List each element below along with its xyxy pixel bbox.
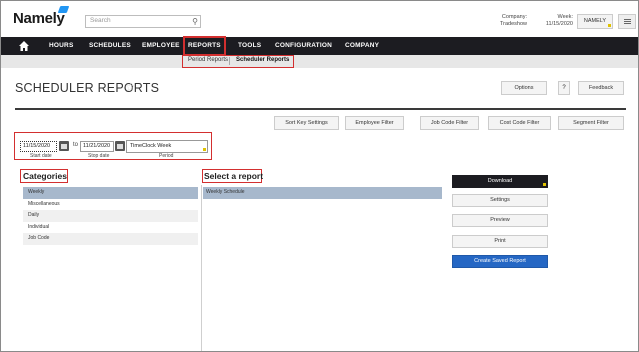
period-select[interactable]: TimeClock Week: [126, 140, 208, 153]
nav-company[interactable]: COMPANY: [345, 37, 379, 55]
job-code-filter-button[interactable]: Job Code Filter: [420, 116, 479, 130]
namely-logo[interactable]: Namely: [13, 6, 70, 27]
feedback-button[interactable]: Feedback: [578, 81, 624, 95]
subnav-scheduler-reports[interactable]: Scheduler Reports: [236, 57, 289, 63]
logo-mark-icon: [57, 6, 70, 13]
sub-nav: [1, 55, 638, 68]
cost-code-filter-button[interactable]: Cost Code Filter: [488, 116, 551, 130]
select-report-heading: Select a report: [204, 171, 264, 181]
print-button[interactable]: Print: [452, 235, 548, 248]
search-input[interactable]: Search ⚲: [85, 15, 201, 28]
company-select-button[interactable]: NAMELY: [577, 14, 613, 29]
to-label: to: [73, 142, 79, 148]
create-saved-report-button[interactable]: Create Saved Report: [452, 255, 548, 268]
categories-heading: Categories: [23, 171, 67, 181]
search-icon[interactable]: ⚲: [192, 17, 198, 26]
sort-key-settings-button[interactable]: Sort Key Settings: [274, 116, 339, 130]
start-date-label: Start date: [30, 153, 52, 159]
nav-schedules[interactable]: SCHEDULES: [89, 37, 131, 55]
top-bar: Namely Search ⚲ Company: Tradeshow Week:…: [1, 1, 638, 37]
stop-date-label: Stop date: [88, 153, 110, 159]
options-button[interactable]: Options: [501, 81, 547, 95]
category-item-miscellaneous[interactable]: Miscellaneous: [23, 198, 198, 210]
menu-icon[interactable]: [618, 14, 636, 29]
home-icon[interactable]: [18, 40, 30, 52]
nav-tools[interactable]: TOOLS: [238, 37, 261, 55]
company-info: Company: Tradeshow: [469, 14, 527, 28]
segment-filter-button[interactable]: Segment Filter: [558, 116, 624, 130]
period-dropdown-corner-icon: [203, 148, 206, 151]
company-select-label: NAMELY: [583, 18, 607, 24]
category-item-daily[interactable]: Daily: [23, 210, 198, 222]
column-divider: [201, 185, 202, 351]
stop-calendar-icon[interactable]: [115, 141, 125, 151]
nav-configuration[interactable]: CONFIGURATION: [275, 37, 332, 55]
start-date-field[interactable]: 11/15/2020: [20, 141, 57, 152]
report-list: Weekly Schedule: [203, 187, 442, 199]
nav-hours[interactable]: HOURS: [49, 37, 73, 55]
namely-scheduler-reports-page: Namely Search ⚲ Company: Tradeshow Week:…: [0, 0, 639, 352]
company-value: Tradeshow: [499, 21, 527, 27]
download-label: Download: [487, 178, 513, 184]
week-info: Week: 11/15/2020: [533, 14, 573, 28]
search-placeholder: Search: [90, 17, 111, 24]
week-label: Week:: [557, 14, 574, 20]
settings-button[interactable]: Settings: [452, 194, 548, 207]
period-label: Period: [159, 153, 174, 159]
week-value: 11/15/2020: [545, 21, 573, 27]
download-button[interactable]: Download: [452, 175, 548, 188]
category-item-job-code[interactable]: Job Code: [23, 233, 198, 245]
stop-date-field[interactable]: 11/21/2020: [80, 141, 114, 152]
preview-button[interactable]: Preview: [452, 214, 548, 227]
main-nav: HOURS SCHEDULES EMPLOYEE REPORTS TOOLS C…: [1, 36, 638, 56]
download-dropdown-corner-icon: [543, 183, 546, 186]
subnav-period-reports[interactable]: Period Reports: [188, 57, 228, 63]
category-item-individual[interactable]: Individual: [23, 221, 198, 233]
subnav-divider: [229, 57, 230, 65]
report-item-weekly-schedule[interactable]: Weekly Schedule: [203, 187, 442, 199]
employee-filter-button[interactable]: Employee Filter: [345, 116, 404, 130]
page-title: SCHEDULER REPORTS: [15, 81, 160, 95]
dropdown-corner-icon: [608, 24, 611, 27]
nav-employee[interactable]: EMPLOYEE: [142, 37, 180, 55]
category-item-weekly[interactable]: Weekly: [23, 187, 198, 199]
help-button[interactable]: ?: [558, 81, 570, 95]
nav-reports[interactable]: REPORTS: [183, 36, 226, 56]
start-calendar-icon[interactable]: [59, 141, 69, 151]
period-value: TimeClock Week: [130, 143, 172, 149]
header-divider: [15, 108, 626, 110]
company-label: Company:: [501, 14, 527, 20]
favorite-star-icon[interactable]: ☆: [125, 80, 136, 94]
categories-list: Weekly Miscellaneous Daily Individual Jo…: [23, 187, 198, 245]
